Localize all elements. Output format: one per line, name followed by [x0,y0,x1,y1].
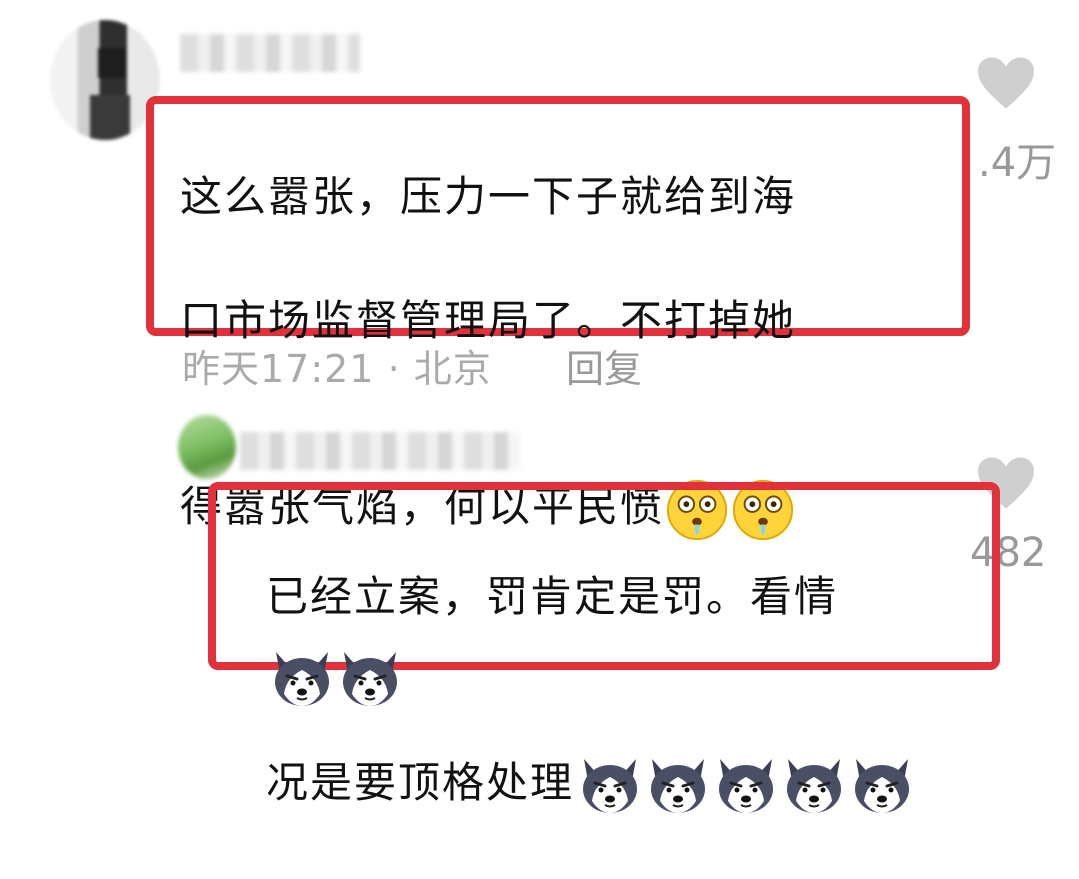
comment-2-line-1: 已经立案，罚肯定是罚。看情 [266,572,839,621]
avatar-user-1[interactable] [50,20,160,140]
heart-icon [978,57,1034,109]
username-2[interactable] [240,432,520,470]
avatar-user-2[interactable] [178,415,236,479]
husky-dog-emoji [275,652,329,706]
husky-dog-emoji [787,758,842,813]
emoji-row-2a [574,758,914,813]
username-1[interactable] [180,34,360,72]
comment-meta-1: 昨天17:21 · 北京 [182,347,492,391]
husky-dog-emoji [343,652,397,706]
husky-dog-emoji [855,758,910,813]
husky-dog-emoji [651,758,706,813]
comment-1-line-1: 这么嚣张，压力一下子就给到海 [180,172,797,221]
reply-button-1[interactable]: 回复 [566,338,642,393]
like-button-1[interactable] [975,55,1037,115]
emoji-row-2b [266,648,402,710]
like-count-1: .4万 [978,140,1057,186]
comment-2-line-2-text: 况是要顶格处理 [266,758,575,807]
husky-dog-emoji [719,758,774,813]
husky-dog-emoji [583,758,638,813]
